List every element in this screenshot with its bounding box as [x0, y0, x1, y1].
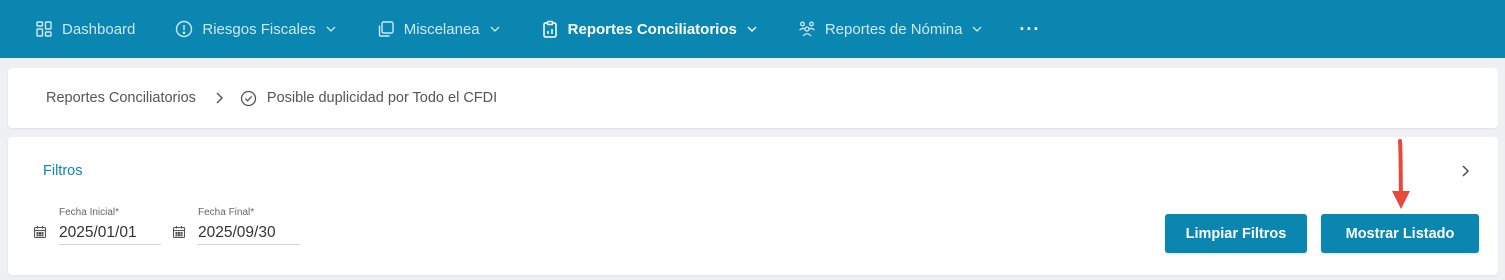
breadcrumb-current: Posible duplicidad por Todo el CFDI [266, 90, 498, 106]
filters-panel: Filtros Fecha Inicial* 2025/01/01 Fecha … [8, 137, 1498, 275]
nav-item-label: Reportes Conciliatorios [567, 20, 737, 38]
nav-item-dashboard[interactable]: Dashboard [35, 20, 135, 38]
fecha-final-label: Fecha Final* [198, 207, 255, 218]
chevron-down-icon [325, 23, 337, 35]
nav-item-label: Miscelanea [403, 20, 480, 38]
chevron-down-icon [489, 23, 501, 35]
fecha-inicial-label: Fecha Inicial* [59, 207, 120, 218]
chevron-down-icon [971, 23, 983, 35]
limpiar-filtros-button[interactable]: Limpiar Filtros [1165, 214, 1307, 253]
top-navigation-bar: Dashboard Riesgos Fiscales Miscelanea Re… [0, 0, 1505, 58]
nav-item-reportes-conciliatorios[interactable]: Reportes Conciliatorios [541, 20, 758, 38]
dashboard-grid-icon [35, 20, 53, 38]
more-menu-icon[interactable]: ··· [1019, 19, 1040, 40]
mostrar-listado-button[interactable]: Mostrar Listado [1321, 214, 1479, 253]
chevron-right-icon[interactable] [1458, 164, 1472, 178]
alert-circle-icon [175, 20, 193, 38]
annotation-arrow-icon [1392, 139, 1410, 209]
filters-title[interactable]: Filtros [43, 163, 82, 179]
nav-item-riesgos-fiscales[interactable]: Riesgos Fiscales [175, 20, 336, 38]
breadcrumb: Reportes Conciliatorios Posible duplicid… [8, 68, 1498, 128]
calendar-icon[interactable] [172, 225, 186, 239]
chevron-right-icon [212, 91, 226, 105]
users-icon [798, 20, 816, 38]
fecha-inicial-input[interactable]: 2025/01/01 [59, 223, 161, 245]
nav-item-reportes-de-nomina[interactable]: Reportes de Nómina [798, 20, 984, 38]
nav-item-label: Reportes de Nómina [824, 20, 963, 38]
nav-item-miscelanea[interactable]: Miscelanea [377, 20, 501, 38]
copy-icon [377, 20, 395, 38]
clipboard-icon [541, 20, 559, 38]
chevron-down-icon [746, 23, 758, 35]
nav-item-label: Riesgos Fiscales [202, 20, 316, 38]
calendar-icon[interactable] [33, 225, 47, 239]
breadcrumb-parent-link[interactable]: Reportes Conciliatorios [46, 90, 196, 106]
nav-item-label: Dashboard [62, 20, 136, 38]
fecha-final-input[interactable]: 2025/09/30 [198, 223, 300, 245]
check-circle-icon [240, 90, 257, 107]
